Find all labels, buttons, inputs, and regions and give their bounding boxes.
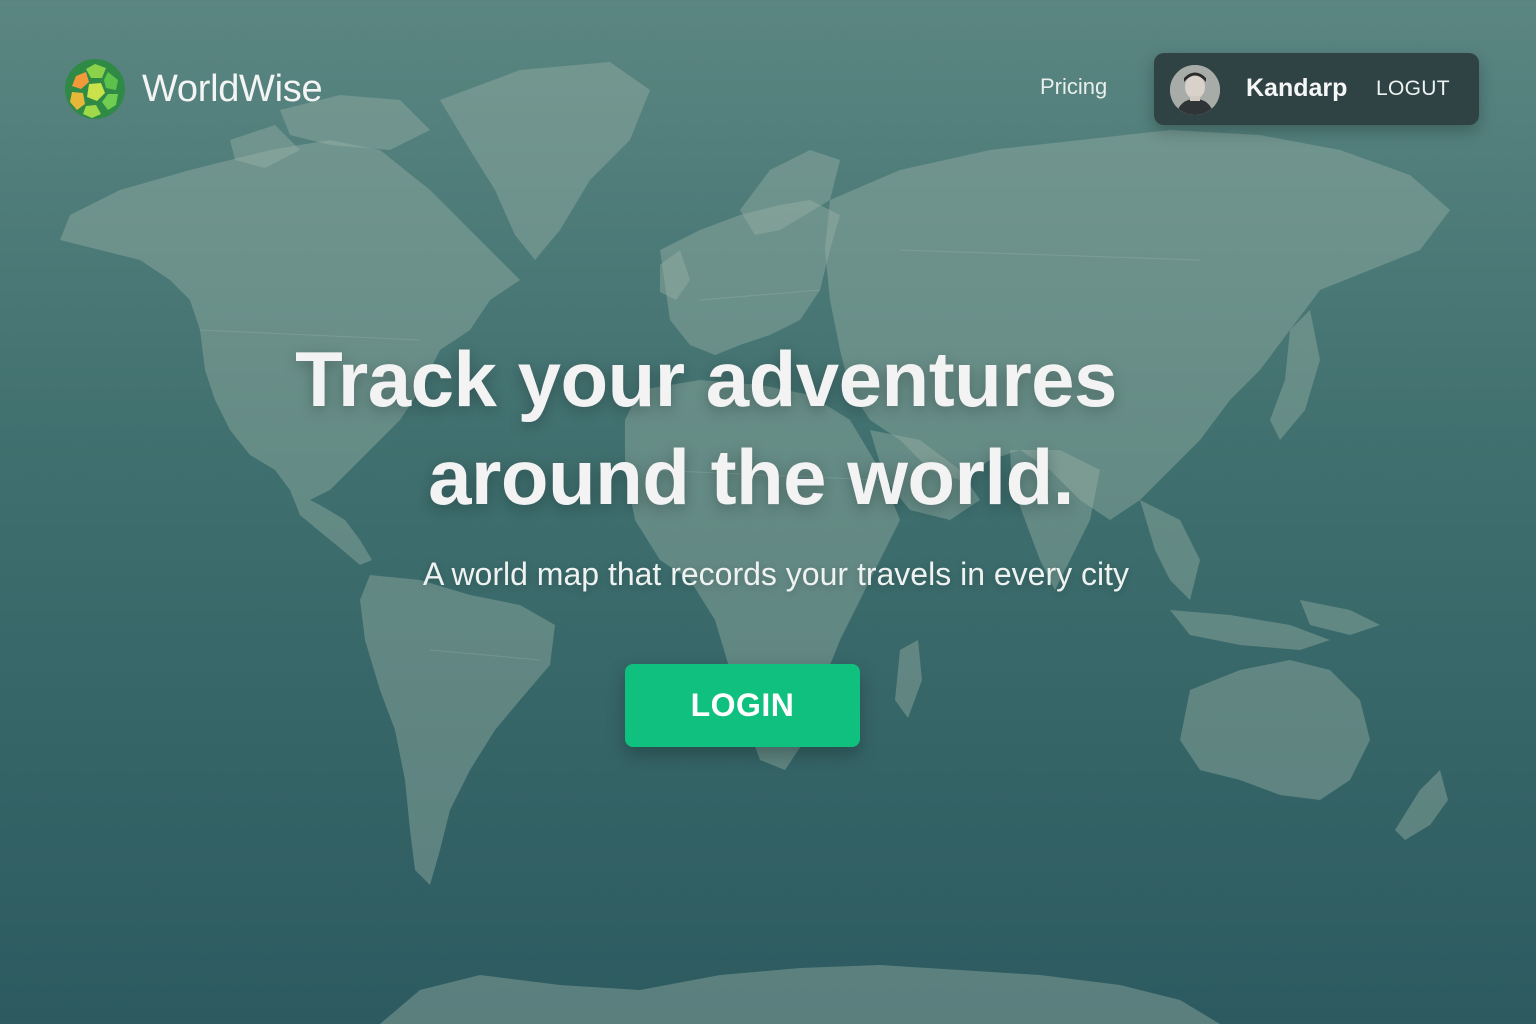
nav-link-pricing[interactable]: Pricing xyxy=(1040,74,1107,100)
hero-headline: Track your adventures around the world. xyxy=(0,330,1412,526)
indonesia-shape xyxy=(1170,610,1330,650)
new-guinea-shape xyxy=(1300,600,1380,635)
antarctica-shape xyxy=(380,965,1220,1024)
madagascar-shape xyxy=(895,640,922,718)
globe-logo-icon xyxy=(65,59,125,119)
brand-logo[interactable]: WorldWise xyxy=(64,58,323,120)
hero-headline-line-2: around the world. xyxy=(428,433,1074,521)
hero-headline-line-1: Track your adventures xyxy=(295,335,1117,423)
new-zealand-shape xyxy=(1395,770,1448,840)
user-name: Kandarp xyxy=(1246,74,1348,102)
login-button[interactable]: LOGIN xyxy=(625,664,860,747)
brand-name: WorldWise xyxy=(142,67,323,110)
person-avatar-icon xyxy=(1170,65,1220,115)
user-avatar xyxy=(1170,65,1220,115)
hero-subtitle: A world map that records your travels in… xyxy=(422,556,1130,592)
south-america-shape xyxy=(360,575,555,885)
australia-shape xyxy=(1180,660,1370,800)
logout-button[interactable]: LOGUT xyxy=(1376,77,1450,101)
greenland-shape xyxy=(440,62,650,260)
user-panel: Kandarp LOGUT xyxy=(1154,53,1479,125)
